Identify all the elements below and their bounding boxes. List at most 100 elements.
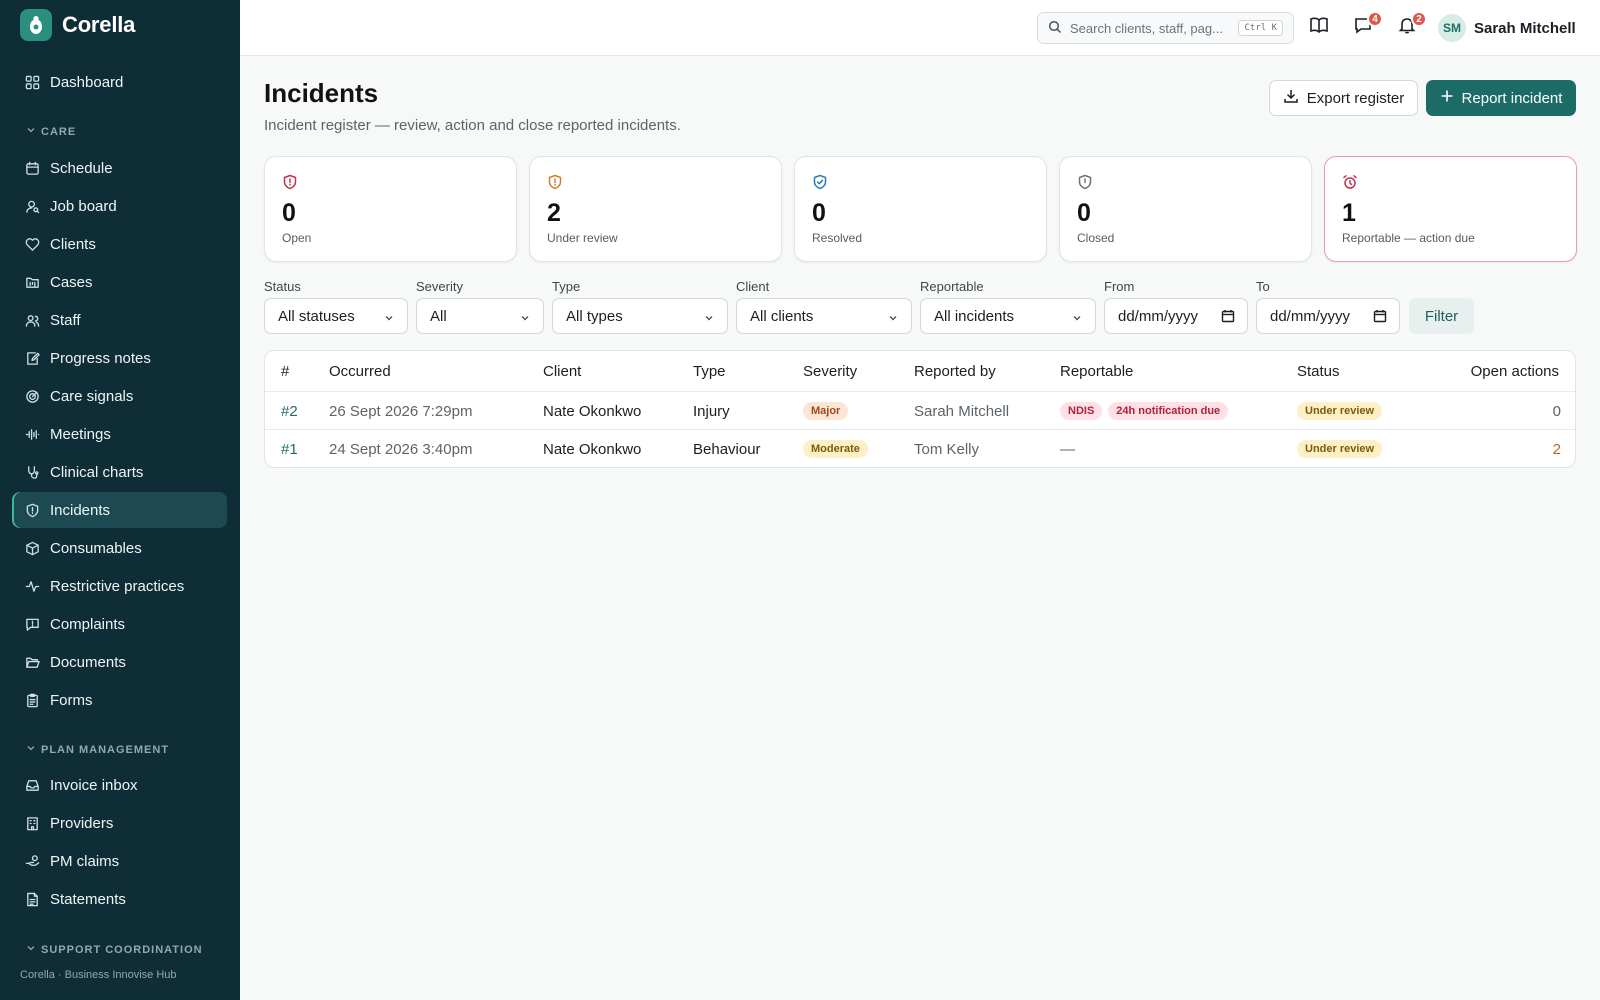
sidebar-item-label: Dashboard	[50, 73, 124, 91]
notifications-button[interactable]: 2	[1395, 11, 1427, 39]
nav-section-support-coordination[interactable]: SUPPORT COORDINATION	[26, 943, 203, 956]
from-filter-label: From	[1104, 279, 1135, 294]
table-row[interactable]: #1 24 Sept 2026 3:40pm Nate Okonkwo Beha…	[265, 429, 1575, 467]
stat-card-resolved[interactable]: 0 Resolved	[794, 156, 1047, 262]
search-input[interactable]: Search clients, staff, pag... Ctrl K	[1037, 12, 1294, 44]
avatar: SM	[1438, 14, 1466, 42]
type-select[interactable]: All types	[552, 298, 728, 334]
chevron-down-icon	[1071, 311, 1083, 328]
chevron-down-icon	[887, 311, 899, 328]
stat-value: 0	[1077, 199, 1091, 227]
sidebar-item-label: Job board	[50, 197, 117, 215]
reportable-cell: —	[1060, 440, 1075, 458]
sidebar-item-incidents[interactable]: Incidents	[12, 492, 227, 528]
sidebar-item-schedule[interactable]: Schedule	[12, 150, 227, 186]
alarm-clock-icon	[1342, 174, 1358, 190]
status-select[interactable]: All statuses	[264, 298, 408, 334]
status-filter-label: Status	[264, 279, 301, 294]
calendar-icon	[1221, 309, 1235, 327]
from-date-input[interactable]: dd/mm/yyyy	[1104, 298, 1248, 334]
type-filter-label: Type	[552, 279, 581, 294]
sidebar-item-pm-claims[interactable]: PM claims	[12, 843, 227, 879]
sidebar-item-restrictive-practices[interactable]: Restrictive practices	[12, 568, 227, 604]
docs-button[interactable]	[1307, 15, 1331, 39]
column-header-type[interactable]: Type	[693, 351, 726, 391]
sidebar-item-meetings[interactable]: Meetings	[12, 416, 227, 452]
search-icon	[1048, 20, 1062, 37]
stat-card-open[interactable]: 0 Open	[264, 156, 517, 262]
select-value: All incidents	[934, 307, 1015, 325]
reportable-cell: NDIS 24h notification due	[1060, 392, 1229, 430]
sidebar-item-statements[interactable]: Statements	[12, 881, 227, 917]
occurred-cell: 24 Sept 2026 3:40pm	[329, 440, 473, 458]
severity-cell: Moderate	[803, 430, 868, 467]
sidebar-item-complaints[interactable]: Complaints	[12, 606, 227, 642]
sidebar-item-clinical-charts[interactable]: Clinical charts	[12, 454, 227, 490]
chevron-down-icon	[519, 311, 531, 328]
stat-value: 1	[1342, 199, 1356, 227]
folder-open-icon	[24, 654, 40, 670]
ndis-badge: NDIS	[1060, 402, 1103, 420]
chevron-down-icon	[26, 125, 36, 138]
calendar-icon	[1373, 309, 1387, 327]
reportable-select[interactable]: All incidents	[920, 298, 1096, 334]
client-select[interactable]: All clients	[736, 298, 912, 334]
stat-label: Open	[282, 231, 312, 245]
messages-button[interactable]: 4	[1351, 11, 1383, 39]
export-register-button[interactable]: Export register	[1269, 80, 1418, 116]
sidebar-item-documents[interactable]: Documents	[12, 644, 227, 680]
sidebar-item-job-board[interactable]: Job board	[12, 188, 227, 224]
sidebar-item-forms[interactable]: Forms	[12, 682, 227, 718]
stat-label: Reportable — action due	[1342, 231, 1475, 245]
building-icon	[24, 815, 40, 831]
open-actions-cell: 2	[1552, 440, 1561, 458]
report-incident-button[interactable]: Report incident	[1426, 80, 1576, 116]
filter-button[interactable]: Filter	[1409, 298, 1474, 334]
to-date-input[interactable]: dd/mm/yyyy	[1256, 298, 1400, 334]
column-header-occurred[interactable]: Occurred	[329, 351, 391, 391]
sidebar-item-consumables[interactable]: Consumables	[12, 530, 227, 566]
incident-id-link[interactable]: #1	[281, 430, 298, 467]
sidebar-item-label: Restrictive practices	[50, 577, 185, 595]
search-placeholder: Search clients, staff, pag...	[1070, 20, 1223, 36]
nav-section-label: PLAN MANAGEMENT	[41, 743, 170, 756]
sidebar-item-label: PM claims	[50, 852, 120, 870]
sidebar-item-label: Staff	[50, 311, 81, 329]
column-header-id[interactable]: #	[281, 351, 289, 391]
sidebar-item-progress-notes[interactable]: Progress notes	[12, 340, 227, 376]
sidebar: Corella Dashboard CARE Schedule Job board…	[0, 0, 240, 1000]
nav-section-plan-management[interactable]: PLAN MANAGEMENT	[26, 743, 169, 756]
sidebar-item-dashboard[interactable]: Dashboard	[12, 64, 227, 100]
severity-select[interactable]: All	[416, 298, 544, 334]
reportable-filter-label: Reportable	[920, 279, 984, 294]
column-header-reportable[interactable]: Reportable	[1060, 351, 1133, 391]
stethoscope-icon	[24, 464, 40, 480]
plus-icon	[1440, 89, 1454, 107]
stat-card-under-review[interactable]: 2 Under review	[529, 156, 782, 262]
sidebar-item-clients[interactable]: Clients	[12, 226, 227, 262]
table-row[interactable]: #2 26 Sept 2026 7:29pm Nate Okonkwo Inju…	[265, 391, 1575, 430]
client-filter-label: Client	[736, 279, 770, 294]
stat-card-closed[interactable]: 0 Closed	[1059, 156, 1312, 262]
book-open-icon	[1309, 15, 1329, 40]
stat-label: Closed	[1077, 231, 1115, 245]
user-search-icon	[24, 198, 40, 214]
column-header-open-actions[interactable]: Open actions	[1471, 351, 1559, 391]
topbar: Search clients, staff, pag... Ctrl K 4 2…	[240, 0, 1600, 56]
user-menu[interactable]: SM Sarah Mitchell	[1438, 14, 1576, 42]
sidebar-item-cases[interactable]: Cases	[12, 264, 227, 300]
column-header-status[interactable]: Status	[1297, 351, 1340, 391]
sidebar-item-care-signals[interactable]: Care signals	[12, 378, 227, 414]
sidebar-item-staff[interactable]: Staff	[12, 302, 227, 338]
radar-icon	[24, 388, 40, 404]
column-header-severity[interactable]: Severity	[803, 351, 857, 391]
column-header-reported-by[interactable]: Reported by	[914, 351, 996, 391]
sidebar-item-providers[interactable]: Providers	[12, 805, 227, 841]
brand[interactable]: Corella	[20, 9, 135, 41]
incident-id-link[interactable]: #2	[281, 392, 298, 430]
column-header-client[interactable]: Client	[543, 351, 581, 391]
stat-card-reportable-action-due[interactable]: 1 Reportable — action due	[1324, 156, 1577, 262]
sidebar-item-invoice-inbox[interactable]: Invoice inbox	[12, 767, 227, 803]
type-cell: Injury	[693, 402, 730, 420]
nav-section-care[interactable]: CARE	[26, 125, 76, 138]
